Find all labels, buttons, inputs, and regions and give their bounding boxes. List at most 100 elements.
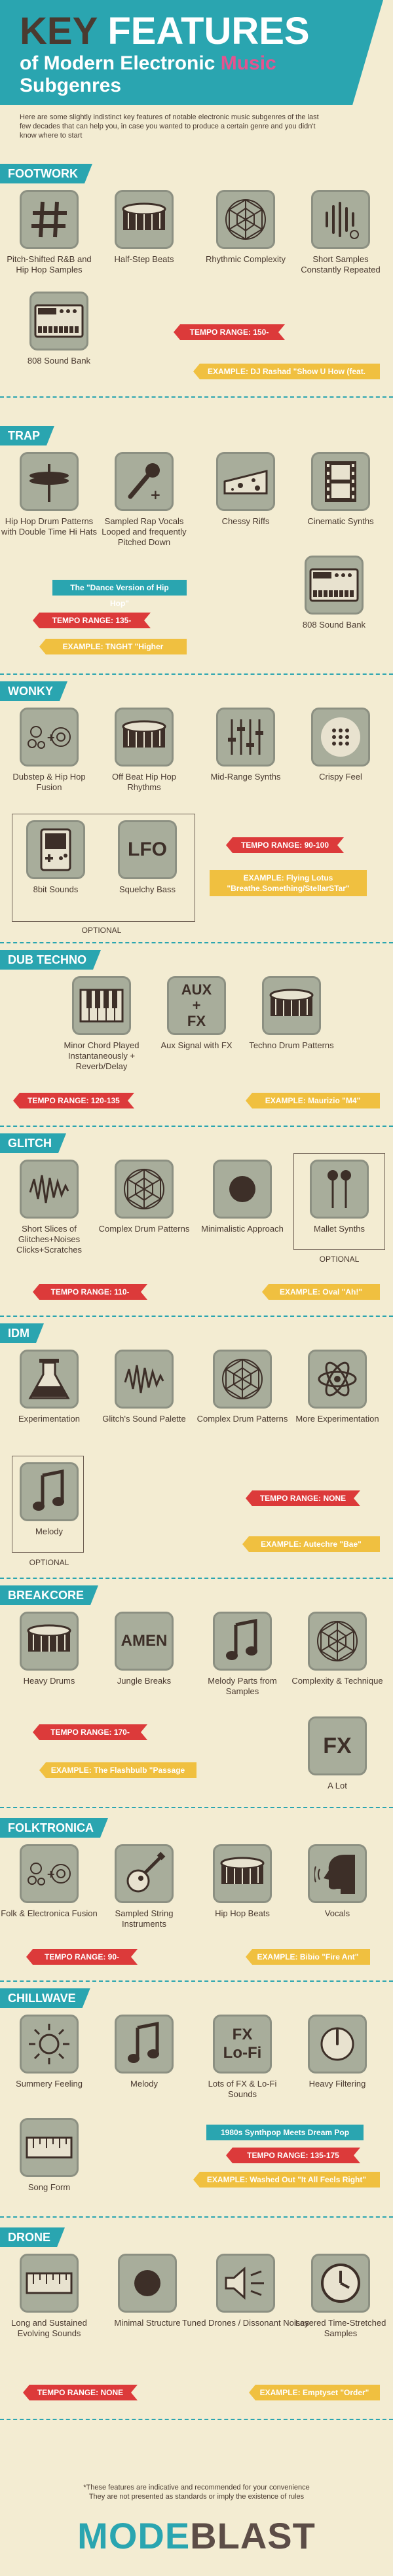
feature-caption: Experimentation xyxy=(18,1414,80,1424)
svg-text:+: + xyxy=(47,731,55,744)
genre-note: The "Dance Version of Hip Hop" xyxy=(52,580,187,608)
sphere-icon xyxy=(115,1160,174,1219)
svg-text:+: + xyxy=(150,487,161,502)
music-note-icon xyxy=(115,2015,174,2074)
drum-icon xyxy=(115,190,174,249)
feature-caption: Chessy Riffs xyxy=(221,516,270,526)
feature-caption: Heavy Drums xyxy=(23,1676,75,1686)
feature-caption: A Lot xyxy=(328,1781,347,1790)
circle-icon xyxy=(118,2254,177,2313)
feature-caption: Complex Drum Patterns xyxy=(98,1224,190,1234)
section-label: BREAKCORE xyxy=(0,1585,98,1605)
example-banner: EXAMPLE: Oval "Ah!" xyxy=(262,1284,380,1300)
feature-caption: Pitch-Shifted R&B and Hip Hop Samples xyxy=(7,254,92,275)
page-subtitle-line2: Subgenres xyxy=(20,75,122,96)
feature-caption: Off Beat Hip Hop Rhythms xyxy=(111,772,177,792)
feature-caption: Long and Sustained Evolving Sounds xyxy=(11,2318,87,2338)
music-note-icon xyxy=(213,1612,272,1671)
example-banner: EXAMPLE: Flying Lotus "Breathe.Something… xyxy=(210,870,367,896)
hash-icon xyxy=(20,190,79,249)
faders-icon xyxy=(216,708,275,767)
section-divider xyxy=(0,1316,393,1317)
feature-caption: Mid-Range Synths xyxy=(210,772,281,782)
tempo-banner: TEMPO RANGE: 150-170 xyxy=(174,324,285,340)
glitch-wave-icon xyxy=(115,1350,174,1409)
example-banner: EXAMPLE: Bibio "Fire Ant" xyxy=(246,1949,370,1965)
footer-note: *These features are indicative and recom… xyxy=(83,2484,310,2501)
feature-caption: Dubstep & Hip Hop Fusion xyxy=(12,772,86,792)
feature-caption: Sampled Rap Vocals Looped and frequently… xyxy=(102,516,187,547)
drum-icon xyxy=(115,708,174,767)
svg-text:+: + xyxy=(47,1868,55,1880)
tempo-banner: TEMPO RANGE: 110-140 xyxy=(33,1284,147,1300)
brand-logo[interactable]: MODEBLAST xyxy=(0,2513,393,2559)
section-label: DUB TECHNO xyxy=(0,950,101,970)
tempo-banner: TEMPO RANGE: 135-175 xyxy=(226,2148,360,2163)
feature-caption: Hip Hop Drum Patterns with Double Time H… xyxy=(1,516,97,537)
section-divider xyxy=(0,2216,393,2218)
fx-lofi-icon: FX Lo-Fi xyxy=(213,2015,272,2074)
clock-icon xyxy=(311,2254,370,2313)
feature-caption: Minor Chord Played Instantaneously + Rev… xyxy=(64,1040,140,1071)
film-icon xyxy=(311,452,370,511)
feature-caption: Techno Drum Patterns xyxy=(249,1040,334,1050)
header-banner: KEY FEATURES of Modern Electronic Music … xyxy=(0,0,383,105)
knob-icon xyxy=(308,2015,367,2074)
dots-icon xyxy=(311,708,370,767)
flask-icon xyxy=(20,1350,79,1409)
optional-label: OPTIONAL xyxy=(81,926,122,935)
sphere-icon xyxy=(308,1612,367,1671)
section-divider xyxy=(0,1578,393,1579)
example-banner: EXAMPLE: DJ Rashad "Show U How (feat. Sp… xyxy=(193,364,380,379)
cheese-icon xyxy=(216,452,275,511)
drum-icon xyxy=(213,1844,272,1903)
optional-label: OPTIONAL xyxy=(319,1255,360,1264)
feature-caption: Squelchy Bass xyxy=(119,884,176,894)
feature-caption: Heavy Filtering xyxy=(309,2079,366,2089)
tempo-banner: TEMPO RANGE: 90-120 xyxy=(26,1949,138,1965)
example-banner: EXAMPLE: Emptyset "Order" xyxy=(249,2385,380,2400)
feature-caption: Crispy Feel xyxy=(319,772,362,782)
intro-text: Here are some slightly indistinct key fe… xyxy=(20,113,319,140)
example-banner: EXAMPLE: The Flashbulb "Passage D" xyxy=(39,1762,196,1778)
feature-caption: Aux Signal with FX xyxy=(160,1040,233,1050)
atom-icon xyxy=(308,1350,367,1409)
feature-caption: 8bit Sounds xyxy=(33,884,79,894)
feature-caption: Complexity & Technique xyxy=(291,1676,383,1686)
mallets-icon xyxy=(310,1160,369,1219)
example-banner: EXAMPLE: Autechre "Bae" xyxy=(242,1536,380,1552)
microphone-icon: + xyxy=(115,452,174,511)
feature-caption: Layered Time-Stretched Samples xyxy=(295,2318,386,2338)
feature-caption: Short Samples Constantly Repeated xyxy=(301,254,381,275)
section-label: GLITCH xyxy=(0,1133,66,1153)
feature-caption: Sampled String Instruments xyxy=(115,1908,174,1929)
feature-caption: Rhythmic Complexity xyxy=(205,254,286,264)
feature-caption: Melody xyxy=(35,1526,63,1536)
feature-caption: Hip Hop Beats xyxy=(215,1908,270,1918)
section-divider xyxy=(0,942,393,943)
section-label: TRAP xyxy=(0,426,54,445)
example-banner: EXAMPLE: Maurizio "M4" xyxy=(246,1093,380,1108)
waveform-icon xyxy=(311,190,370,249)
section-divider xyxy=(0,2419,393,2420)
circle-icon xyxy=(213,1160,272,1219)
tempo-banner: TEMPO RANGE: 90-100 xyxy=(226,837,344,853)
feature-caption: 808 Sound Bank xyxy=(27,356,91,366)
feature-caption: Glitch's Sound Palette xyxy=(102,1414,186,1424)
ruler-icon xyxy=(20,2118,79,2177)
amen-icon: AMEN xyxy=(115,1612,174,1671)
tempo-banner: TEMPO RANGE: NONE xyxy=(246,1490,360,1506)
example-banner: EXAMPLE: Washed Out "It All Feels Right" xyxy=(193,2172,380,2188)
feature-caption: Song Form xyxy=(28,2182,71,2192)
page-subtitle: of Modern Electronic Music xyxy=(20,52,276,74)
sphere-icon xyxy=(216,190,275,249)
feature-caption: Summery Feeling xyxy=(16,2079,83,2089)
lfo-icon: LFO xyxy=(118,820,177,879)
speaker-icon xyxy=(216,2254,275,2313)
music-note-icon xyxy=(20,1462,79,1521)
example-banner: EXAMPLE: TNGHT "Higher Ground" xyxy=(39,639,187,654)
tempo-banner: TEMPO RANGE: 135-175 xyxy=(33,613,151,628)
section-divider xyxy=(0,1980,393,1982)
hihat-icon xyxy=(20,452,79,511)
section-label: FOOTWORK xyxy=(0,164,92,183)
